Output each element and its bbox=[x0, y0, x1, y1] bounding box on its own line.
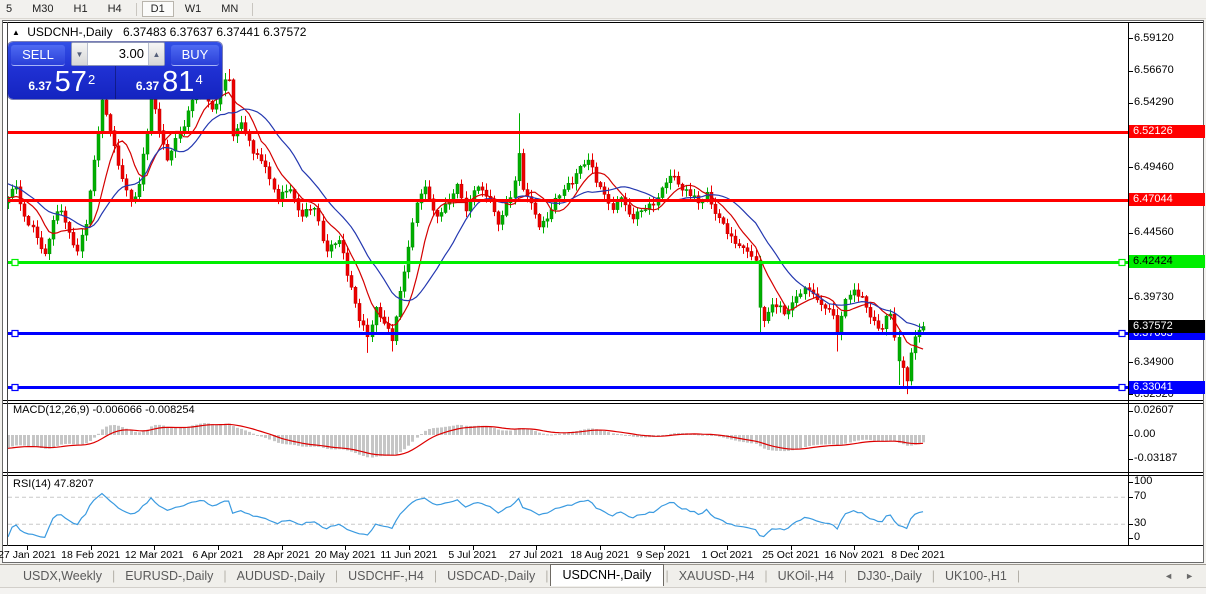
tabs-scroll-left-icon[interactable]: ◄ bbox=[1164, 571, 1173, 581]
chart-tab-bar: USDX,Weekly | EURUSD-,Daily | AUDUSD-,Daily |… bbox=[0, 564, 1206, 587]
volume-decrease-icon[interactable]: ▼ bbox=[72, 43, 88, 65]
tab-separator: | bbox=[111, 569, 116, 583]
chart-tab-usdcnh-daily[interactable]: USDCNH-,Daily bbox=[549, 564, 665, 586]
volume-input[interactable]: 3.00 bbox=[88, 43, 148, 65]
chart-tab-eurusd-daily[interactable]: EURUSD-,Daily bbox=[116, 567, 222, 585]
sell-price-big: 57 bbox=[54, 66, 87, 98]
tab-separator: | bbox=[843, 569, 848, 583]
chart-tab-xauusd-h4[interactable]: XAUUSD-,H4 bbox=[670, 567, 764, 585]
tab-separator: | bbox=[433, 569, 438, 583]
volume-stepper: ▼ 3.00 ▲ bbox=[71, 42, 165, 66]
sell-price-prefix: 6.37 bbox=[28, 79, 52, 93]
buy-price-prefix: 6.37 bbox=[135, 79, 160, 93]
tab-separator: | bbox=[931, 569, 936, 583]
sell-button[interactable]: SELL bbox=[11, 44, 65, 66]
chart-tab-audusd-daily[interactable]: AUDUSD-,Daily bbox=[228, 567, 334, 585]
tab-separator: | bbox=[665, 569, 669, 583]
buy-price[interactable]: 6.37 81 4 bbox=[116, 66, 223, 99]
chart-tab-uk100-h1[interactable]: UK100-,H1 bbox=[936, 567, 1016, 585]
tab-separator: | bbox=[545, 569, 549, 583]
chart-tab-usdcad-daily[interactable]: USDCAD-,Daily bbox=[438, 567, 544, 585]
chart-tab-usdx-weekly[interactable]: USDX,Weekly bbox=[14, 567, 111, 585]
volume-increase-icon[interactable]: ▲ bbox=[148, 43, 164, 65]
chart-tab-ukoil-h4[interactable]: UKOil-,H4 bbox=[769, 567, 843, 585]
tab-separator: | bbox=[764, 569, 768, 583]
sell-price[interactable]: 6.37 57 2 bbox=[8, 66, 116, 99]
buy-button[interactable]: BUY bbox=[171, 44, 219, 66]
tab-separator: | bbox=[1016, 569, 1021, 583]
mt4-terminal: { "toolbar": {"items": ["5","M30","H1","… bbox=[0, 0, 1206, 594]
chart-tab-usdchf-h4[interactable]: USDCHF-,H4 bbox=[339, 567, 433, 585]
chart-tab-dj30-daily[interactable]: DJ30-,Daily bbox=[848, 567, 931, 585]
tabs-scroll-right-icon[interactable]: ► bbox=[1185, 571, 1194, 581]
tab-separator: | bbox=[223, 569, 227, 583]
sell-price-sup: 2 bbox=[87, 72, 96, 87]
buy-price-big: 81 bbox=[162, 66, 195, 98]
tab-separator: | bbox=[334, 569, 339, 583]
buy-price-sup: 4 bbox=[195, 72, 203, 87]
one-click-trading-panel: SELL ▼ 3.00 ▲ BUY 6.37 57 2 6.37 81 4 bbox=[8, 42, 222, 99]
bottom-strip bbox=[0, 587, 1206, 594]
